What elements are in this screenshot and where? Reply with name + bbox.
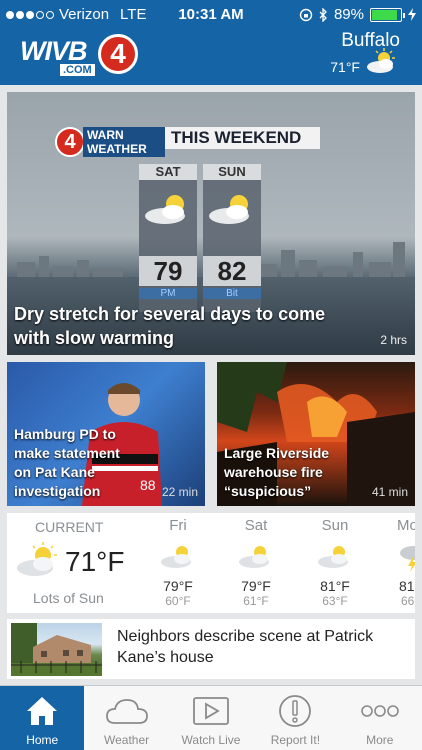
- wivb-logo[interactable]: WIVB .COM 4: [20, 34, 138, 78]
- hero-day-sub: PM: [139, 288, 197, 299]
- hero-age: 2 hrs: [380, 333, 407, 347]
- tab-label: Home: [26, 733, 59, 747]
- home-icon: [27, 697, 58, 725]
- tab-label: Report It!: [270, 733, 321, 747]
- app-header: WIVB .COM 4 Buffalo 71°F: [0, 30, 422, 85]
- current-label: CURRENT: [35, 519, 104, 535]
- svg-text:88: 88: [140, 477, 156, 493]
- more-icon: [360, 705, 399, 717]
- logo-text: WIVB: [20, 36, 87, 66]
- forecast-day-name: Fri: [169, 517, 187, 534]
- story-row-kane-house[interactable]: Neighbors describe scene at Patrick Kane…: [7, 619, 415, 679]
- hero-story[interactable]: 4 WARN WEATHER THIS WEEKEND SAT 79 PM SU…: [7, 92, 415, 355]
- hero-day-temp: 82: [203, 256, 261, 286]
- partly-sunny-icon: [318, 546, 348, 568]
- partly-sunny-icon: [239, 546, 269, 568]
- battery-icon: [370, 7, 405, 22]
- play-icon: [193, 697, 229, 725]
- forecast-day-name: Sun: [321, 517, 349, 534]
- logo-number: 4: [98, 34, 138, 74]
- forecast-high: 79°F: [241, 578, 271, 594]
- forecast-day[interactable]: Mo 81 66: [385, 513, 415, 613]
- tab-report-it[interactable]: Report It!: [253, 686, 337, 750]
- current-weather[interactable]: CURRENT 71°F Lots of Sun: [7, 513, 137, 613]
- current-condition: Lots of Sun: [33, 590, 104, 606]
- tab-label: More: [366, 733, 394, 747]
- hero-day-name: SAT: [139, 164, 197, 180]
- hero-day-name: SUN: [203, 164, 261, 180]
- forecast-high: 81°F: [320, 578, 350, 594]
- house-image: [11, 623, 102, 676]
- tab-home[interactable]: Home: [0, 686, 85, 750]
- orientation-lock-icon: [299, 8, 313, 21]
- battery-percent: 89%: [333, 6, 364, 23]
- weather-strip[interactable]: CURRENT 71°F Lots of Sun Fri 79°F 60°F S…: [7, 513, 415, 613]
- tab-watch-live[interactable]: Watch Live: [169, 686, 253, 750]
- tab-label: Weather: [104, 733, 150, 747]
- card-age: 22 min: [161, 485, 198, 499]
- tab-weather[interactable]: Weather: [84, 686, 168, 750]
- warn-badge-text: WARN WEATHER: [83, 127, 165, 157]
- warn-badge-number: 4: [55, 127, 85, 157]
- forecast-high: 81: [399, 578, 415, 594]
- forecast-day-name: Mo: [397, 517, 415, 534]
- hero-day-temp: 79: [139, 256, 197, 286]
- forecast-low: 63°F: [322, 594, 348, 608]
- cloud-icon: [105, 699, 148, 724]
- storm-icon: [400, 546, 415, 572]
- status-right: 89%: [299, 6, 416, 23]
- tab-label: Watch Live: [181, 733, 241, 747]
- warn-weather-banner: 4 WARN WEATHER THIS WEEKEND: [55, 127, 320, 157]
- partly-sunny-icon: [161, 546, 191, 568]
- logo-sub: .COM: [60, 64, 95, 76]
- story-headline[interactable]: Neighbors describe scene at Patrick Kane…: [117, 626, 407, 668]
- card-headline[interactable]: Large Riverside warehouse fire “suspicio…: [224, 444, 354, 501]
- tab-more[interactable]: More: [338, 686, 422, 750]
- current-temp: 71°F: [65, 546, 125, 577]
- forecast-day[interactable]: Fri 79°F 60°F: [148, 513, 208, 613]
- charging-icon: [408, 8, 416, 21]
- alert-icon: [279, 695, 312, 727]
- tab-bar: Home Weather Watch Live Report It! More: [0, 685, 422, 750]
- banner-title: THIS WEEKEND: [165, 127, 320, 149]
- hero-headline[interactable]: Dry stretch for several days to come wit…: [14, 302, 354, 350]
- status-bar: Verizon LTE 10:31 AM 89%: [0, 0, 422, 30]
- partly-sunny-icon: [367, 48, 395, 73]
- partly-sunny-icon: [145, 195, 185, 224]
- forecast-day[interactable]: Sat 79°F 61°F: [226, 513, 286, 613]
- forecast-day[interactable]: Sun 81°F 63°F: [305, 513, 365, 613]
- hero-day-sat: SAT 79 PM: [139, 164, 197, 312]
- card-headline[interactable]: Hamburg PD to make statement on Pat Kane…: [14, 425, 139, 501]
- forecast-low: 60°F: [165, 594, 191, 608]
- bluetooth-icon: [319, 7, 327, 22]
- forecast-high: 79°F: [163, 578, 193, 594]
- partly-sunny-icon: [17, 542, 57, 576]
- house-thumbnail: [11, 623, 102, 676]
- hero-day-sub: Bit: [203, 288, 261, 299]
- story-card-kane[interactable]: 88 Hamburg PD to make statement on Pat K…: [7, 362, 205, 506]
- hero-day-sun: SUN 82 Bit: [203, 164, 261, 312]
- forecast-day-name: Sat: [244, 517, 268, 534]
- card-age: 41 min: [371, 485, 408, 499]
- header-temp[interactable]: 71°F: [330, 59, 360, 75]
- partly-sunny-icon: [209, 195, 249, 224]
- forecast-low: 66: [401, 594, 415, 608]
- story-card-fire[interactable]: Large Riverside warehouse fire “suspicio…: [217, 362, 415, 506]
- forecast-low: 61°F: [243, 594, 269, 608]
